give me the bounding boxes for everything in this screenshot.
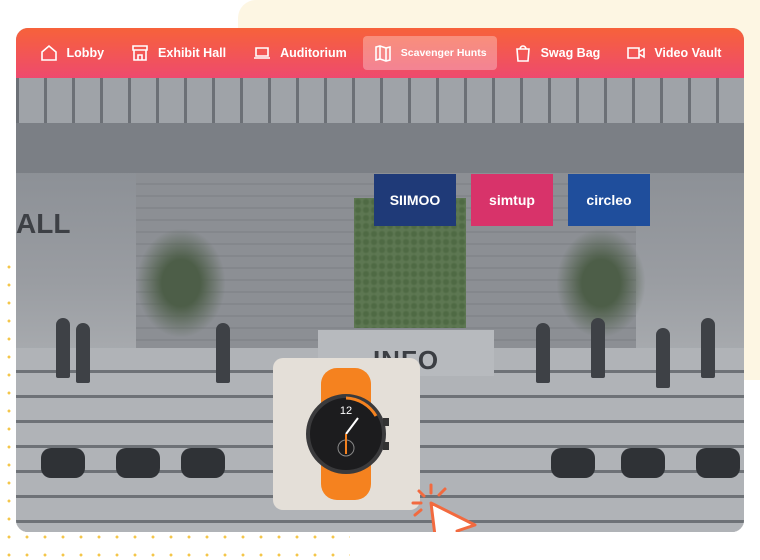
chair — [551, 448, 595, 478]
attendee — [656, 328, 670, 388]
watch-image: 12 — [306, 368, 389, 500]
sponsor-banner-circleo[interactable]: circleo — [568, 174, 650, 226]
chair — [696, 448, 740, 478]
scavenger-hunt-item-watch[interactable]: 12 — [273, 358, 420, 510]
nav-label: Exhibit Hall — [158, 46, 227, 60]
nav-label: Scavenger Hunts — [400, 47, 487, 59]
sponsor-banner-siimoo[interactable]: SIIMOO — [374, 174, 456, 226]
attendee — [216, 323, 230, 383]
ceiling-beam — [16, 123, 744, 173]
nav-label: Auditorium — [280, 46, 347, 60]
balcony-railing — [16, 78, 744, 123]
chair — [116, 448, 160, 478]
map-icon — [374, 45, 391, 62]
home-icon — [40, 44, 57, 61]
svg-text:12: 12 — [340, 405, 352, 417]
chair — [181, 448, 225, 478]
attendee — [76, 323, 90, 383]
nav-label: Lobby — [66, 46, 105, 60]
video-camera-icon — [627, 47, 646, 59]
nav-auditorium[interactable]: Auditorium — [242, 36, 357, 70]
nav-video-vault[interactable]: Video Vault — [616, 36, 731, 70]
top-navigation: Lobby Exhibit Hall Auditorium Scavenger … — [16, 28, 744, 78]
banner-text: SIIMOO — [389, 192, 441, 208]
attendee — [701, 318, 715, 378]
attendee — [536, 323, 550, 383]
nav-lobby[interactable]: Lobby — [29, 36, 115, 70]
shopping-bag-icon — [515, 45, 530, 62]
nav-exhibit-hall[interactable]: Exhibit Hall — [120, 36, 236, 70]
click-cursor-icon — [411, 483, 477, 532]
attendee — [591, 318, 605, 378]
banner-text: circleo — [586, 192, 632, 208]
lobby-scene: SIIMOO simtup circleo ALL INFO 12 — [16, 78, 744, 532]
banner-text: simtup — [489, 192, 535, 208]
chair — [41, 448, 85, 478]
virtual-venue-window: Lobby Exhibit Hall Auditorium Scavenger … — [16, 28, 744, 532]
sponsor-banner-simtup[interactable]: simtup — [471, 174, 553, 226]
nav-scavenger-hunts[interactable]: Scavenger Hunts — [362, 36, 497, 70]
chair — [621, 448, 665, 478]
attendee — [56, 318, 70, 378]
hall-sign: ALL — [16, 208, 71, 239]
plant — [136, 228, 226, 338]
store-icon — [132, 45, 148, 61]
laptop-icon — [254, 47, 271, 59]
nav-label: Video Vault — [654, 46, 722, 60]
nav-swag-bag[interactable]: Swag Bag — [503, 36, 611, 70]
nav-label: Swag Bag — [540, 46, 601, 60]
